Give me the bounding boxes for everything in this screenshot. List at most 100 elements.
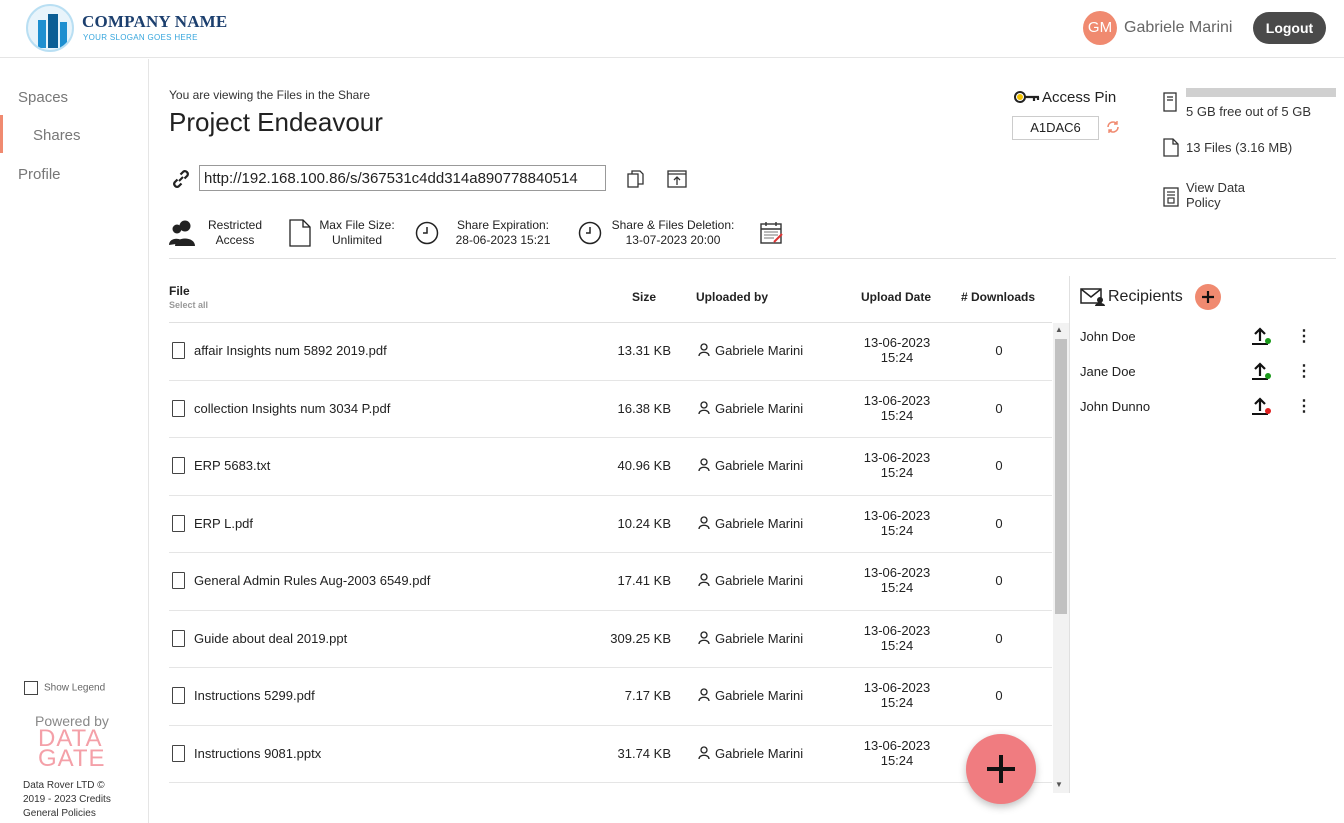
share-deletion-label: Share & Files Deletion: xyxy=(611,218,735,232)
column-header-upload-date[interactable]: Upload Date xyxy=(861,290,931,304)
person-icon xyxy=(698,458,710,474)
plus-icon xyxy=(987,755,1015,783)
share-window-icon[interactable] xyxy=(667,170,687,188)
more-vertical-icon[interactable]: ⋮ xyxy=(1296,361,1312,381)
legend-icon xyxy=(24,681,38,695)
view-data-policy-link[interactable]: View Data Policy xyxy=(1186,180,1245,210)
upload-date-day: 13-06-2023 xyxy=(863,392,931,408)
upload-date: 13-06-2023 15:24 xyxy=(844,738,950,768)
recipient-status-dot xyxy=(1265,408,1271,414)
file-table-body: affair Insights num 5892 2019.pdf 13.31 … xyxy=(169,323,1052,783)
table-row[interactable]: affair Insights num 5892 2019.pdf 13.31 … xyxy=(169,323,1052,381)
table-row[interactable]: Guide about deal 2019.ppt 309.25 KB Gabr… xyxy=(169,611,1052,668)
file-name[interactable]: affair Insights num 5892 2019.pdf xyxy=(194,343,387,358)
share-url-input[interactable] xyxy=(199,165,606,191)
file-name[interactable]: ERP 5683.txt xyxy=(194,458,270,473)
table-row[interactable]: ERP L.pdf 10.24 KB Gabriele Marini 13-06… xyxy=(169,496,1052,553)
active-indicator xyxy=(0,115,3,153)
sidebar: Spaces Shares Profile Show Legend Powere… xyxy=(0,59,149,823)
upload-date: 13-06-2023 15:24 xyxy=(844,335,950,365)
footer-copyright: Data Rover LTD © xyxy=(23,780,105,791)
download-count: 0 xyxy=(995,515,1003,531)
building-logo-icon[interactable] xyxy=(26,4,74,52)
file-size: 309.25 KB xyxy=(610,630,671,646)
column-header-downloads[interactable]: # Downloads xyxy=(961,290,1035,304)
user-name[interactable]: Gabriele Marini xyxy=(1124,19,1232,37)
datagate-logo-line2: GATE xyxy=(38,745,106,772)
calendar-icon[interactable] xyxy=(760,221,784,250)
column-header-uploaded-by[interactable]: Uploaded by xyxy=(696,290,768,304)
footer-policies-link[interactable]: General Policies xyxy=(23,807,111,821)
share-deletion: Share & Files Deletion: 13-07-2023 20:00 xyxy=(608,218,738,248)
file-name[interactable]: Instructions 5299.pdf xyxy=(194,688,315,703)
add-recipient-button[interactable] xyxy=(1195,284,1221,310)
max-file-size: Max File Size: Unlimited xyxy=(318,218,396,248)
upload-date-day: 13-06-2023 xyxy=(863,450,931,465)
company-slogan: YOUR SLOGAN GOES HERE xyxy=(83,33,198,42)
policy-icon xyxy=(1163,187,1179,212)
download-count: 0 xyxy=(995,343,1003,358)
upload-date-day: 13-06-2023 xyxy=(863,335,931,350)
page-title: Project Endeavour xyxy=(169,107,383,137)
download-count: 0 xyxy=(995,688,1003,703)
footer-credits-link[interactable]: 2019 - 2023 Credits xyxy=(23,793,111,807)
download-count: 0 xyxy=(995,630,1003,646)
more-vertical-icon[interactable]: ⋮ xyxy=(1296,396,1312,416)
file-size: 40.96 KB xyxy=(617,458,672,473)
upload-date-time: 15:24 xyxy=(880,522,914,538)
uploader-name: Gabriele Marini xyxy=(715,343,804,358)
show-legend-link[interactable]: Show Legend xyxy=(24,681,105,695)
upload-date: 13-06-2023 15:24 xyxy=(844,450,950,480)
access-pin-value[interactable]: A1DAC6 xyxy=(1012,116,1099,140)
access-type-line2: Access xyxy=(215,233,255,247)
file-size: 16.38 KB xyxy=(617,400,672,416)
scroll-down-arrow-icon[interactable]: ▼ xyxy=(1055,780,1063,789)
file-size: 7.17 KB xyxy=(624,688,671,703)
file-name[interactable]: collection Insights num 3034 P.pdf xyxy=(194,401,390,416)
person-icon xyxy=(698,400,710,417)
file-name[interactable]: Instructions 9081.pptx xyxy=(194,746,321,761)
sidebar-item-profile[interactable]: Profile xyxy=(18,166,61,183)
table-row[interactable]: Instructions 5299.pdf 7.17 KB Gabriele M… xyxy=(169,668,1052,726)
logout-button[interactable]: Logout xyxy=(1253,12,1326,44)
file-name[interactable]: ERP L.pdf xyxy=(194,516,253,531)
access-type: Restricted Access xyxy=(200,218,270,248)
more-vertical-icon[interactable]: ⋮ xyxy=(1296,326,1312,346)
select-all-link[interactable]: Select all xyxy=(169,300,208,310)
file-name[interactable]: General Admin Rules Aug-2003 6549.pdf xyxy=(194,573,430,588)
share-expiration: Share Expiration: 28-06-2023 15:21 xyxy=(443,218,563,248)
scroll-up-arrow-icon[interactable]: ▲ xyxy=(1055,325,1063,334)
table-row[interactable]: General Admin Rules Aug-2003 6549.pdf 17… xyxy=(169,553,1052,611)
sidebar-item-spaces[interactable]: Spaces xyxy=(18,89,68,106)
table-scrollbar-thumb[interactable] xyxy=(1055,339,1067,614)
upload-date: 13-06-2023 15:24 xyxy=(844,680,950,710)
table-row[interactable]: ERP 5683.txt 40.96 KB Gabriele Marini 13… xyxy=(169,438,1052,496)
users-icon xyxy=(168,219,198,252)
footer: Data Rover LTD © 2019 - 2023 Credits Gen… xyxy=(23,779,111,821)
file-icon xyxy=(172,514,185,532)
upload-date: 13-06-2023 15:24 xyxy=(844,393,950,423)
upload-date-day: 13-06-2023 xyxy=(863,737,931,753)
sidebar-item-shares[interactable]: Shares xyxy=(33,127,81,144)
upload-date-day: 13-06-2023 xyxy=(863,565,931,580)
file-icon xyxy=(172,457,185,474)
company-name: COMPANY NAME xyxy=(82,12,228,31)
file-icon xyxy=(172,399,185,417)
column-header-file[interactable]: File xyxy=(169,284,190,298)
table-row[interactable]: Instructions 9081.pptx 31.74 KB Gabriele… xyxy=(169,726,1052,783)
download-count: 0 xyxy=(995,400,1003,416)
file-size: 31.74 KB xyxy=(617,745,672,761)
upload-date-day: 13-06-2023 xyxy=(863,507,931,523)
avatar[interactable]: GM xyxy=(1083,11,1117,45)
document-icon xyxy=(1163,138,1179,162)
file-name[interactable]: Guide about deal 2019.ppt xyxy=(194,631,347,646)
file-icon xyxy=(172,342,185,359)
recipient-status-dot xyxy=(1265,373,1271,379)
table-row[interactable]: collection Insights num 3034 P.pdf 16.38… xyxy=(169,381,1052,438)
copy-icon[interactable] xyxy=(627,170,645,188)
add-file-button[interactable] xyxy=(966,734,1036,804)
recipient-name: John Doe xyxy=(1080,329,1136,344)
refresh-icon[interactable] xyxy=(1106,120,1120,137)
column-header-size[interactable]: Size xyxy=(632,290,656,304)
person-icon xyxy=(698,343,710,359)
